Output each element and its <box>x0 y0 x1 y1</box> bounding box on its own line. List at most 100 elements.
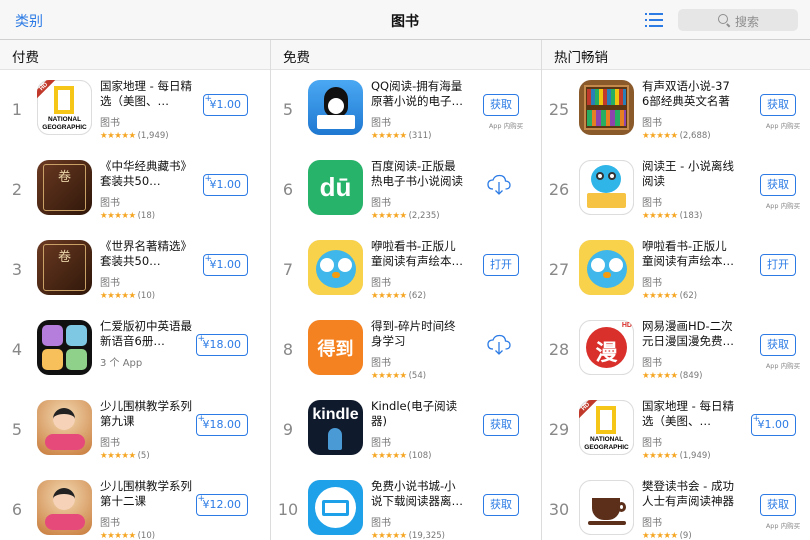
rating-count: (1,949) <box>679 451 711 461</box>
list-item[interactable]: 4 仁爱版初中英语最新语音6册… 3 个 App ¥18.00 <box>0 317 270 397</box>
list-item[interactable]: 1 NATIONAL GEOGRAPHIC HD 国家地理 - 每日精选（美图、… 图书 ★… <box>0 77 270 157</box>
go-kids-icon[interactable] <box>37 400 92 455</box>
get-button[interactable]: 获取 <box>760 334 796 356</box>
du-icon[interactable]: dū <box>308 160 363 215</box>
rank-number: 30 <box>548 500 570 519</box>
search-input[interactable]: 搜索 <box>678 9 798 31</box>
buy-price-button[interactable]: ¥18.00 <box>195 329 248 356</box>
book-cover-icon[interactable]: 卷 <box>37 240 92 295</box>
cloud-download-icon[interactable] <box>487 334 511 356</box>
buy-price-button[interactable]: ¥1.00 <box>202 169 248 196</box>
list-item[interactable]: 30 樊登读书会 - 成功人士有声阅读神器 图书 ★★★★★ (9) 获取 App 内购买 <box>542 477 810 540</box>
nav-bar: 类别 图书 搜索 <box>0 0 810 40</box>
app-name[interactable]: 百度阅读-正版最热电子书小说阅读器 <box>371 159 463 189</box>
get-button[interactable]: 获取 <box>760 174 796 196</box>
star-icons: ★★★★★ <box>100 211 136 221</box>
bookshelf-icon[interactable] <box>579 80 634 135</box>
owl-icon[interactable] <box>579 240 634 295</box>
app-name[interactable]: 《世界名著精选》套装共50… <box>100 239 192 269</box>
rank-number: 27 <box>548 260 570 279</box>
in-app-purchase-note: App 内购买 <box>765 522 801 530</box>
list-item[interactable]: 2卷《中华经典藏书》套装共50… 图书 ★★★★★(18) ¥1.00 <box>0 157 270 237</box>
qq-penguin-icon[interactable] <box>308 80 363 135</box>
list-item[interactable]: 6 dū 百度阅读-正版最热电子书小说阅读器图书 ★★★★★(2,235) <box>271 157 541 237</box>
open-button[interactable]: 打开 <box>760 254 796 276</box>
app-category: 图书 <box>642 198 662 209</box>
buy-price-button[interactable]: ¥1.00 <box>202 249 248 276</box>
app-name[interactable]: 少儿围棋教学系列第十二课 <box>100 479 192 509</box>
in-app-purchase-note: App 内购买 <box>765 362 801 370</box>
app-category: 图书 <box>642 518 662 529</box>
app-name[interactable]: 樊登读书会 - 成功人士有声阅读神器 <box>642 479 734 509</box>
app-name[interactable]: 国家地理 - 每日精选（美图、… <box>642 399 734 429</box>
app-name[interactable]: 咿啦看书-正版儿童阅读有声绘本… <box>371 239 463 269</box>
rank-number: 5 <box>282 100 294 119</box>
list-item[interactable]: 26 阅读王 - 小说离线阅读 图书 ★★★★★ (183) 获取 App 内购买 <box>542 157 810 237</box>
app-category: 图书 <box>371 118 391 129</box>
app-name[interactable]: 咿啦看书-正版儿童阅读有声绘本… <box>642 239 734 269</box>
star-icons: ★★★★★ <box>642 291 678 301</box>
kindle-icon[interactable]: kindle <box>308 400 363 455</box>
bird-icon[interactable] <box>579 160 634 215</box>
app-name[interactable]: 阅读王 - 小说离线阅读 <box>642 159 734 189</box>
app-name[interactable]: 得到-碎片时间终身学习 <box>371 319 463 349</box>
list-item[interactable]: 9 kindle Kindle(电子阅读器) 图书 ★★★★★ (108) 获取 <box>271 397 541 477</box>
star-icons: ★★★★★ <box>642 451 678 461</box>
get-button[interactable]: 获取 <box>760 94 796 116</box>
list-item[interactable]: 25 有声双语小说-376部经典英文名著 图书 ★★★★★ (2,688) 获取 App 内… <box>542 77 810 157</box>
get-button[interactable]: 获取 <box>760 494 796 516</box>
app-name[interactable]: 有声双语小说-376部经典英文名著 <box>642 79 734 109</box>
list-item[interactable]: 27 咿啦看书-正版儿童阅读有声绘本… 图书 ★★★★★ (62) 打开 <box>542 237 810 317</box>
app-name[interactable]: 仁爱版初中英语最新语音6册… <box>100 319 192 349</box>
app-name[interactable]: 《中华经典藏书》套装共50… <box>100 159 192 189</box>
rank-number: 6 <box>11 500 23 519</box>
app-name[interactable]: 少儿围棋教学系列第九课 <box>100 399 192 429</box>
get-button[interactable]: 获取 <box>483 414 519 436</box>
cloud-download-icon[interactable] <box>487 174 511 196</box>
list-item[interactable]: 28 漫 HD 网易漫画HD-二次元日漫国漫免费… 图书 ★★★★★ (849) 获取 App … <box>542 317 810 397</box>
list-item[interactable]: 29 NATIONAL GEOGRAPHIC HD 国家地理 - 每日精选（美图、… 图书… <box>542 397 810 477</box>
list-item[interactable]: 7 咿啦看书-正版儿童阅读有声绘本… 图书 ★★★★★ (62) 打开 <box>271 237 541 317</box>
app-category: 图书 <box>642 438 662 449</box>
rank-number: 26 <box>548 180 570 199</box>
in-app-purchase-note: App 内购买 <box>765 122 801 130</box>
get-button[interactable]: 获取 <box>483 494 519 516</box>
rank-number: 6 <box>282 180 294 199</box>
dedao-icon[interactable]: 得到 <box>308 320 363 375</box>
buy-price-button[interactable]: ¥12.00 <box>195 489 248 516</box>
app-name[interactable]: QQ阅读-拥有海量原著小说的电子… <box>371 79 463 109</box>
star-icons: ★★★★★ <box>642 211 678 221</box>
open-button[interactable]: 打开 <box>483 254 519 276</box>
open-book-icon[interactable] <box>308 480 363 535</box>
column-header: 热门畅销 <box>542 40 810 70</box>
app-name[interactable]: 网易漫画HD-二次元日漫国漫免费… <box>642 319 734 349</box>
buy-price-button[interactable]: ¥18.00 <box>195 409 248 436</box>
app-category: 图书 <box>642 278 662 289</box>
list-item[interactable]: 10 免费小说书城-小说下载阅读器离… 图书 ★★★★★ (19,325) 获取 <box>271 477 541 540</box>
list-icon[interactable] <box>645 13 663 27</box>
app-name[interactable]: Kindle(电子阅读器) <box>371 399 463 429</box>
star-icons: ★★★★★ <box>100 451 136 461</box>
app-name[interactable]: 国家地理 - 每日精选（美图、… <box>100 79 192 109</box>
list-item[interactable]: 3卷《世界名著精选》套装共50… 图书 ★★★★★(10) ¥1.00 <box>0 237 270 317</box>
list-item[interactable]: 6 少儿围棋教学系列第十二课图书 ★★★★★(10) ¥12.00 <box>0 477 270 540</box>
rating-stars: ★★★★★ (849) <box>642 371 702 381</box>
go-kids-icon[interactable] <box>37 480 92 535</box>
manhua-icon[interactable]: 漫 HD <box>579 320 634 375</box>
coffee-cup-icon[interactable] <box>579 480 634 535</box>
book-cover-icon[interactable]: 卷 <box>37 160 92 215</box>
buy-price-button[interactable]: ¥1.00 <box>750 409 796 436</box>
app-name[interactable]: 免费小说书城-小说下载阅读器离… <box>371 479 463 509</box>
bundle-icon[interactable] <box>37 320 92 375</box>
natgeo-icon[interactable]: NATIONAL GEOGRAPHIC HD <box>579 400 634 455</box>
list-item[interactable]: 5 QQ阅读-拥有海量原著小说的电子… 图书 ★★★★★ (311) 获取 App 内购买 <box>271 77 541 157</box>
natgeo-icon[interactable]: NATIONAL GEOGRAPHIC HD <box>37 80 92 135</box>
owl-icon[interactable] <box>308 240 363 295</box>
search-icon <box>718 14 728 24</box>
rating-stars: ★★★★★ (2,235) <box>371 211 440 221</box>
list-item[interactable]: 5 少儿围棋教学系列第九课图书 ★★★★★(5) ¥18.00 <box>0 397 270 477</box>
rating-stars: ★★★★★ (5) <box>100 451 150 461</box>
buy-price-button[interactable]: ¥1.00 <box>202 89 248 116</box>
list-item[interactable]: 8 得到 得到-碎片时间终身学习 图书 ★★★★★ (54) <box>271 317 541 397</box>
get-button[interactable]: 获取 <box>483 94 519 116</box>
